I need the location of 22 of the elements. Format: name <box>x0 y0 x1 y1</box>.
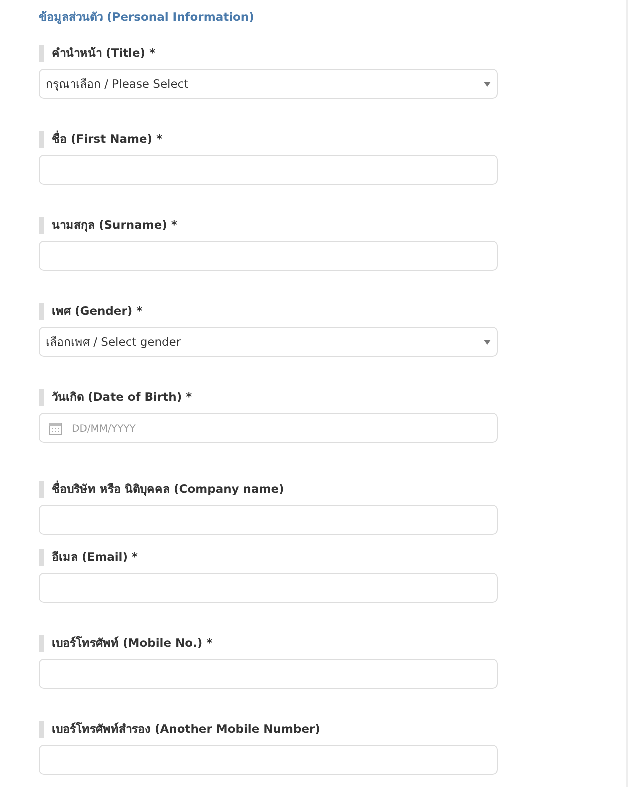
field-label: ชื่อบริษัท หรือ นิติบุคคล (Company name) <box>39 481 626 498</box>
field-label: เบอร์โทรศัพท์ (Mobile No.) * <box>39 635 626 652</box>
section-title: ข้อมูลส่วนตัว (Personal Information) <box>39 10 256 24</box>
field-label: อีเมล (Email) * <box>39 549 626 566</box>
text-field[interactable] <box>39 745 498 775</box>
field-label: นามสกุล (Surname) * <box>39 217 626 234</box>
calendar-icon <box>49 422 62 435</box>
field-label: คำนำหน้า (Title) * <box>39 45 626 62</box>
text-field[interactable] <box>39 505 498 535</box>
text-field[interactable] <box>39 573 498 603</box>
caret-icon <box>484 340 491 344</box>
field-label: วันเกิด (Date of Birth) * <box>39 389 626 406</box>
select-field[interactable]: เลือกเพศ / Select gender <box>39 327 498 357</box>
text-field[interactable] <box>39 659 498 689</box>
field-label: เบอร์โทรศัพท์สำรอง (Another Mobile Number) <box>39 721 626 738</box>
field-label: เพศ (Gender) * <box>39 303 626 320</box>
select-field[interactable]: กรุณาเลือก / Please Select <box>39 69 498 99</box>
field-label: ชื่อ (First Name) * <box>39 131 626 148</box>
text-field[interactable] <box>39 241 498 271</box>
text-field[interactable] <box>39 155 498 185</box>
caret-icon <box>484 82 491 86</box>
date-field[interactable]: DD/MM/YYYY <box>39 413 498 443</box>
